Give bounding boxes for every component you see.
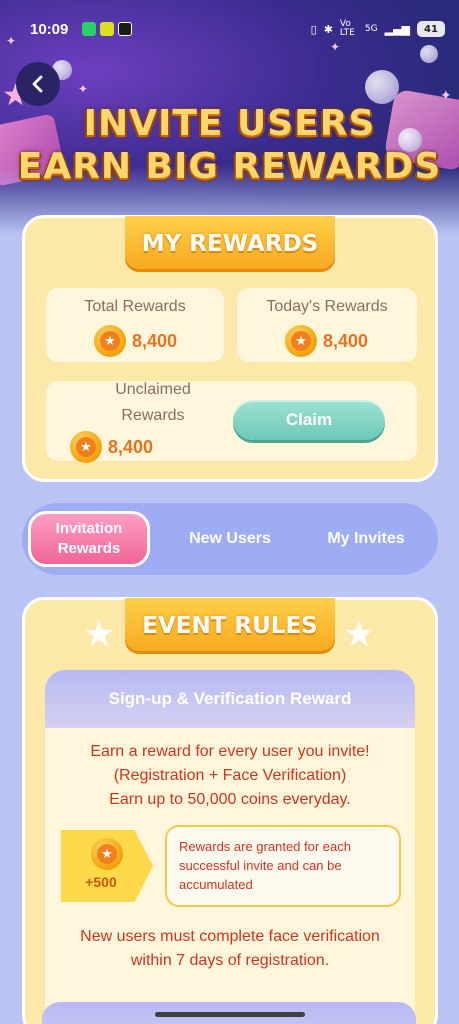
rule-description: Earn a reward for every user you invite!… <box>45 740 415 812</box>
tab-invitation-line1: Invitation <box>55 520 123 537</box>
status-bar: 10:09 ▯ ✱ Vo LTE 5G ▂▄▆ 41 <box>0 0 459 58</box>
reward-tabs: Invitation Rewards New Users My Invites <box>22 503 438 575</box>
bonus-tag: ★ +500 <box>61 830 153 902</box>
rule-footer-line1: New users must complete face verificatio… <box>80 928 380 945</box>
event-rules-card: ★ EVENT RULES ★ Sign-up & Verification R… <box>22 597 438 1024</box>
coin-star-icon: ★ <box>94 325 126 357</box>
whatsapp-icon <box>82 22 96 36</box>
coin-star-icon: ★ <box>91 838 123 870</box>
total-rewards-box: Total Rewards ★ 8,400 <box>46 288 224 362</box>
rule-desc-line1: Earn a reward for every user you invite! <box>90 743 370 760</box>
signup-verification-panel: Sign-up & Verification Reward Earn a rew… <box>45 670 415 1024</box>
signal-icon: ▂▄▆ <box>384 22 410 36</box>
my-rewards-card: MY REWARDS Total Rewards ★ 8,400 Today's… <box>22 215 438 482</box>
system-status-icons: ▯ ✱ Vo LTE 5G ▂▄▆ 41 <box>311 20 445 38</box>
coin-star-icon: ★ <box>70 431 102 463</box>
app-notification-icon <box>100 22 114 36</box>
sparkle-star-icon: ✦ <box>440 88 452 104</box>
total-rewards-label: Total Rewards <box>84 298 186 315</box>
unclaimed-rewards-label: Unclaimed Rewards <box>98 377 208 429</box>
todays-rewards-label: Today's Rewards <box>266 298 388 315</box>
unclaimed-label-line2: Rewards <box>121 407 185 424</box>
back-arrow-icon <box>32 75 43 93</box>
total-rewards-value: 8,400 <box>132 331 178 351</box>
notification-icons <box>82 22 132 36</box>
star-icon: ★ <box>83 614 116 655</box>
sparkle-star-icon: ✦ <box>78 82 89 96</box>
hero-title-line1: INVITE USERS <box>83 103 376 144</box>
tab-invitation-line2: Rewards <box>57 540 121 557</box>
floating-coin-decoration <box>365 70 399 104</box>
volte-label: Vo LTE <box>339 19 355 38</box>
home-indicator[interactable] <box>155 1012 305 1017</box>
rule-footer-line2: within 7 days of registration. <box>130 952 330 969</box>
rule-desc-line3: Earn up to 50,000 coins everyday. <box>109 791 351 808</box>
coin-star-icon: ★ <box>285 325 317 357</box>
status-time: 10:09 <box>30 21 69 38</box>
back-button[interactable] <box>16 62 60 106</box>
network-type: 5G <box>364 24 378 34</box>
vibrate-icon: ▯ <box>310 22 317 36</box>
rule-panel-title: Sign-up & Verification Reward <box>45 670 415 728</box>
hero-title-line2: EARN BIG REWARDS <box>17 146 442 187</box>
tab-invitation-rewards[interactable]: Invitation Rewards <box>28 511 150 567</box>
battery-icon: 41 <box>417 21 445 37</box>
rule-footer: New users must complete face verificatio… <box>45 925 415 973</box>
bluetooth-icon: ✱ <box>323 22 333 36</box>
unclaimed-rewards-value: 8,400 <box>108 437 154 457</box>
bonus-note: Rewards are granted for each successful … <box>165 825 401 907</box>
tab-new-users[interactable]: New Users <box>172 511 288 567</box>
star-icon: ★ <box>343 614 376 655</box>
my-rewards-ribbon: MY REWARDS <box>125 216 335 272</box>
rule-desc-line2: (Registration + Face Verification) <box>113 767 347 784</box>
app-notification-icon <box>118 22 132 36</box>
tab-my-invites[interactable]: My Invites <box>308 511 424 567</box>
bonus-amount: +500 <box>85 874 117 890</box>
event-rules-ribbon: EVENT RULES <box>125 598 335 654</box>
claim-button[interactable]: Claim <box>233 400 385 440</box>
unclaimed-label-line1: Unclaimed <box>115 381 191 398</box>
todays-rewards-value: 8,400 <box>323 331 369 351</box>
todays-rewards-box: Today's Rewards ★ 8,400 <box>237 288 417 362</box>
